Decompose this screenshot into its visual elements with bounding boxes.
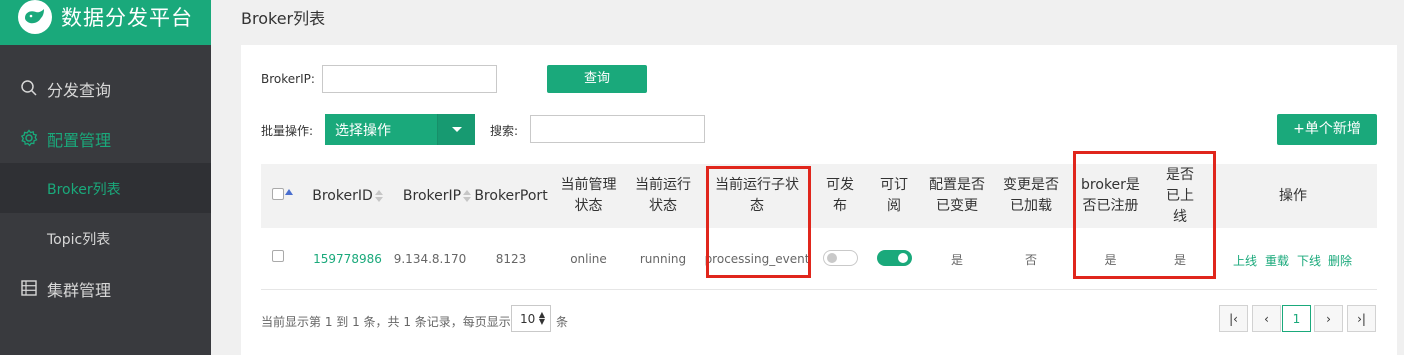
- sidebar: 数据分发平台 分发查询 配置管理 Broker列表 Topic列表 集群管理: [0, 0, 211, 355]
- chevron-left-icon: ‹: [1264, 311, 1269, 326]
- batch-operation-value: 选择操作: [335, 123, 391, 139]
- chevron-down-icon[interactable]: [437, 114, 475, 145]
- app-title: 数据分发平台: [61, 6, 193, 30]
- column-header-config-changed: 配置是否 已变更: [922, 164, 992, 228]
- column-header-label-line: 阅: [887, 198, 901, 214]
- reload-action-link[interactable]: 重载: [1265, 252, 1289, 269]
- column-header-broker-id[interactable]: BrokerID: [301, 164, 394, 228]
- broker-ip-label: BrokerIP:: [261, 72, 315, 86]
- list-icon: [21, 280, 37, 296]
- page-size-value: 10: [520, 312, 536, 326]
- search-icon: [21, 80, 37, 96]
- updown-arrow-icon: ▲ ▼: [538, 310, 545, 326]
- prev-page-button[interactable]: ‹: [1252, 305, 1281, 332]
- first-page-button[interactable]: |‹: [1219, 305, 1248, 332]
- column-header-label-line: 可发: [826, 177, 854, 193]
- row-checkbox[interactable]: [272, 250, 284, 262]
- column-header-label-line: 状态: [649, 198, 677, 214]
- sort-icon[interactable]: [374, 190, 383, 202]
- last-page-button[interactable]: ›|: [1347, 305, 1376, 332]
- column-header-change-loaded: 变更是否 已加载: [996, 164, 1066, 228]
- sidebar-item-label: Broker列表: [47, 182, 121, 198]
- broker-list-panel: BrokerIP: 查询 批量操作: 选择操作 搜索: +单个新增 Broker…: [241, 45, 1397, 355]
- sidebar-item-dispatch-query[interactable]: 分发查询: [0, 65, 211, 111]
- pagination-summary: 当前显示第 1 到 1 条，共 1 条记录，每页显示: [261, 315, 511, 329]
- chevron-right-icon: ›: [1326, 311, 1331, 326]
- column-header-subscribe: 可订 阅: [874, 164, 914, 228]
- column-header-broker-ip[interactable]: BrokerIP: [394, 164, 480, 228]
- column-header-label: BrokerPort: [474, 187, 548, 204]
- gear-icon: [20, 129, 38, 147]
- cell-run-status: running: [639, 252, 687, 266]
- cell-change-loaded: 否: [1024, 252, 1037, 267]
- highlight-box-sub-status: [706, 166, 811, 278]
- column-header-label-line: 状态: [574, 198, 603, 214]
- batch-operation-label: 批量操作:: [261, 124, 314, 138]
- search-input[interactable]: [530, 115, 705, 143]
- column-header-label: BrokerIP: [402, 187, 462, 204]
- column-header-broker-port[interactable]: BrokerPort: [474, 164, 547, 228]
- cell-broker-port: 8123: [495, 252, 527, 266]
- column-header-label-line: 已变更: [936, 198, 978, 214]
- first-page-icon: |‹: [1229, 311, 1238, 326]
- broker-ip-input[interactable]: [322, 65, 497, 93]
- column-header-label: 操作: [1279, 187, 1307, 204]
- delete-action-link[interactable]: 删除: [1328, 252, 1352, 269]
- column-header-label-line: 当前运行: [635, 177, 691, 193]
- highlight-box-registration: [1073, 151, 1216, 279]
- column-header-publish: 可发 布: [820, 164, 860, 228]
- sidebar-item-config-manage[interactable]: 配置管理: [0, 115, 211, 161]
- toggle-knob: [898, 253, 908, 263]
- page-size-select[interactable]: 10 ▲ ▼: [511, 305, 551, 332]
- sort-icon[interactable]: [463, 190, 472, 202]
- column-header-label-line: 变更是否: [1003, 177, 1059, 193]
- column-header-manage-status: 当前管理 状态: [553, 164, 624, 228]
- sidebar-item-topic-list[interactable]: Topic列表: [0, 213, 211, 263]
- pagination-suffix: 条: [556, 315, 569, 329]
- offline-action-link[interactable]: 下线: [1297, 252, 1321, 269]
- column-header-run-status: 当前运行 状态: [629, 164, 697, 228]
- cell-broker-ip: 9.134.8.170: [393, 252, 467, 266]
- subscribe-toggle[interactable]: [877, 250, 912, 266]
- page-title: Broker列表: [241, 9, 326, 28]
- cell-manage-status: online: [570, 252, 607, 266]
- sort-up-icon[interactable]: [285, 189, 293, 195]
- last-page-icon: ›|: [1357, 311, 1366, 326]
- column-header-ops: 操作: [1251, 164, 1335, 228]
- toggle-knob: [827, 253, 837, 263]
- online-action-link[interactable]: 上线: [1233, 252, 1257, 269]
- page-number-button[interactable]: 1: [1282, 305, 1311, 332]
- column-header-label-line: 已加载: [1010, 198, 1052, 214]
- select-all-checkbox[interactable]: [272, 188, 284, 200]
- sidebar-item-label: 配置管理: [47, 131, 112, 150]
- cell-broker-id[interactable]: 159778986: [301, 228, 394, 290]
- column-header-label-line: 配置是否: [929, 177, 985, 193]
- search-label: 搜索:: [490, 124, 519, 138]
- cell-config-changed: 是: [950, 252, 963, 267]
- publish-toggle[interactable]: [823, 250, 858, 266]
- next-page-button[interactable]: ›: [1314, 305, 1343, 332]
- sidebar-item-label: 分发查询: [47, 81, 112, 100]
- query-button[interactable]: 查询: [547, 65, 647, 93]
- column-header-label-line: 布: [833, 198, 847, 214]
- sidebar-item-broker-list[interactable]: Broker列表: [0, 163, 211, 213]
- column-header-label: BrokerID: [312, 187, 373, 204]
- brand-header: 数据分发平台: [0, 0, 211, 45]
- sidebar-item-label: Topic列表: [47, 232, 111, 248]
- column-header-label-line: 可订: [880, 177, 908, 193]
- whale-logo-icon: [18, 0, 52, 34]
- add-single-button[interactable]: +单个新增: [1277, 114, 1377, 145]
- column-header-label-line: 当前管理: [560, 177, 617, 193]
- batch-operation-select[interactable]: 选择操作: [325, 114, 475, 145]
- sidebar-item-cluster-manage[interactable]: 集群管理: [0, 265, 211, 311]
- sidebar-item-label: 集群管理: [47, 281, 112, 300]
